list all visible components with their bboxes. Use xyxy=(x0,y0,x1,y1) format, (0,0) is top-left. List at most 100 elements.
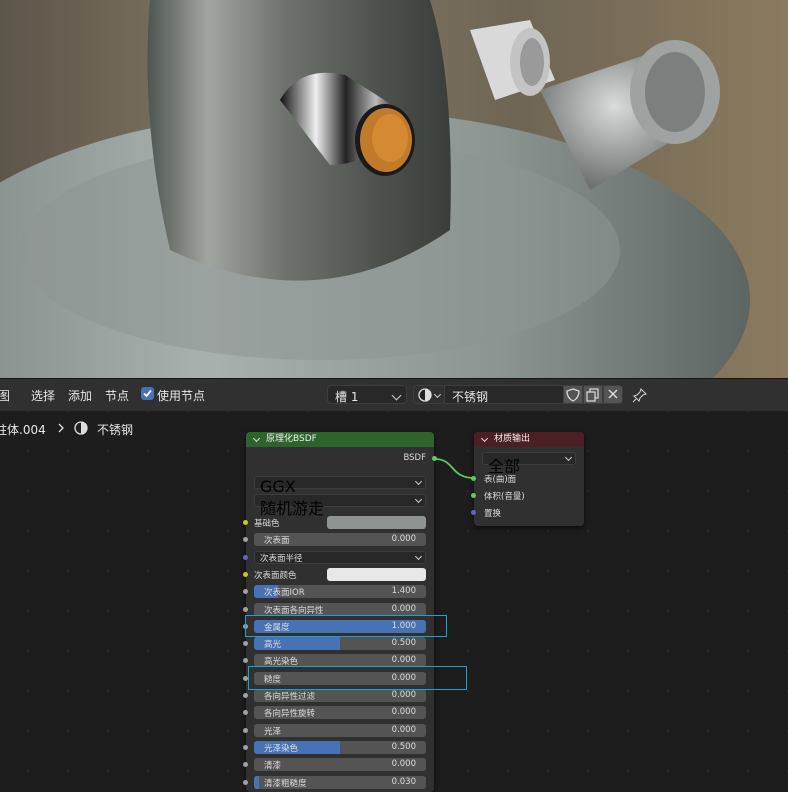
node-header[interactable]: 原理化BSDF xyxy=(246,432,434,447)
slider-label: 各向异性过滤 xyxy=(264,692,316,702)
output-input-row: 置换 xyxy=(471,506,584,520)
slot-label: 槽 1 xyxy=(335,390,359,404)
input-row: 清漆 0.000 xyxy=(243,758,434,772)
duplicate-material-button[interactable] xyxy=(583,385,603,404)
input-socket[interactable] xyxy=(243,641,248,647)
input-row: 基础色 xyxy=(243,516,434,530)
output-input-row: 表(曲)面 xyxy=(471,472,584,486)
slider-value: 0.500 xyxy=(391,741,416,752)
shield-icon xyxy=(566,388,580,402)
menu-node[interactable]: 节点 xyxy=(105,387,129,404)
input-label: 表(曲)面 xyxy=(484,475,517,485)
subsurface-method-select[interactable]: 随机游走 xyxy=(254,494,426,518)
input-socket[interactable] xyxy=(243,710,248,716)
value-slider[interactable]: 次表面各向异性 0.000 xyxy=(254,602,426,616)
slider-label: 清漆粗糙度 xyxy=(264,778,307,789)
principled-bsdf-node[interactable]: 原理化BSDF BSDF GGX 随机游走 基础色次表面 0.000 次表面半径次表… xyxy=(243,432,437,792)
input-socket[interactable] xyxy=(243,589,248,595)
input-label: 体积(音量) xyxy=(484,492,525,502)
fake-user-button[interactable] xyxy=(563,385,583,404)
use-nodes-label: 使用节点 xyxy=(157,389,206,403)
chevron-down-icon xyxy=(564,453,573,462)
slider-value: 0.000 xyxy=(391,690,416,700)
input-label: 置换 xyxy=(484,509,502,519)
slider-value: 0.000 xyxy=(391,603,416,614)
value-slider[interactable]: 高光 0.500 xyxy=(254,637,426,651)
slider-value: 0.500 xyxy=(391,638,416,649)
menu-add[interactable]: 添加 xyxy=(68,387,92,404)
3d-viewport-render[interactable] xyxy=(0,0,788,378)
output-target-select[interactable]: 全部 xyxy=(482,452,576,476)
slider-label: 光泽 xyxy=(264,726,282,737)
material-name-field[interactable]: 不锈钢 xyxy=(444,385,564,404)
node-title: 材质输出 xyxy=(494,434,531,444)
use-nodes-checkbox[interactable] xyxy=(141,387,154,400)
input-socket[interactable] xyxy=(243,571,248,577)
output-row: BSDF xyxy=(246,452,437,466)
color-label: 基础色 xyxy=(254,519,280,529)
value-slider[interactable]: 光泽染色 0.500 xyxy=(254,740,426,754)
input-row: 各向异性过滤 0.000 xyxy=(243,689,434,703)
input-socket[interactable] xyxy=(471,476,476,481)
collapse-chevron-icon[interactable] xyxy=(252,434,261,443)
node-editor-header: 视图 选择 添加 节点 使用节点 槽 1 不锈钢 xyxy=(0,378,788,411)
input-socket[interactable] xyxy=(471,493,476,498)
value-slider[interactable]: 次表面IOR 1.400 xyxy=(254,585,426,599)
distribution-select[interactable]: GGX xyxy=(254,476,426,496)
menu-select[interactable]: 选择 xyxy=(31,387,55,404)
chevron-down-icon xyxy=(433,390,442,399)
value-slider[interactable]: 次表面 0.000 xyxy=(254,533,426,547)
value-slider[interactable]: 各向异性旋转 0.000 xyxy=(254,706,426,720)
input-row: 次表面半径 xyxy=(243,550,434,565)
value-slider[interactable]: 清漆 0.000 xyxy=(254,758,426,772)
input-socket[interactable] xyxy=(243,693,248,698)
material-browse-button[interactable] xyxy=(413,385,445,404)
pin-icon[interactable] xyxy=(632,387,648,403)
input-row: 清漆粗糙度 0.030 xyxy=(243,775,434,790)
value-slider[interactable]: 光泽 0.000 xyxy=(254,723,426,737)
color-swatch[interactable] xyxy=(327,516,426,529)
slot-dropdown[interactable]: 槽 1 xyxy=(327,385,407,404)
node-header[interactable]: 材质输出 xyxy=(474,432,584,447)
input-socket[interactable] xyxy=(243,537,248,543)
input-row: 次表面 0.000 xyxy=(243,533,434,547)
input-socket[interactable] xyxy=(243,779,248,785)
value-slider[interactable]: 清漆粗糙度 0.030 xyxy=(254,775,426,789)
slider-label: 高光 xyxy=(264,640,282,651)
input-socket[interactable] xyxy=(471,510,476,515)
input-socket[interactable] xyxy=(243,658,248,664)
collapse-chevron-icon[interactable] xyxy=(480,434,489,443)
color-label: 次表面颜色 xyxy=(254,570,297,581)
value-slider[interactable]: 各向异性过滤 0.000 xyxy=(254,689,426,702)
material-sphere-icon xyxy=(74,421,88,435)
input-socket[interactable] xyxy=(243,606,248,612)
checkmark-icon xyxy=(143,389,152,398)
input-row: 高光 0.500 xyxy=(243,637,434,651)
menu-view[interactable]: 视图 xyxy=(0,387,10,404)
node-editor-canvas[interactable]: 柱体.004 不锈钢 原理化BSDF BSDF GGX 随机游走 基础色 次表面 0… xyxy=(0,411,788,792)
output-label: BSDF xyxy=(403,453,426,463)
slider-value: 0.000 xyxy=(391,707,416,718)
render-image xyxy=(0,0,750,378)
output-socket[interactable] xyxy=(432,456,437,461)
breadcrumb-object: 柱体.004 xyxy=(0,423,46,437)
material-output-node[interactable]: 材质输出 全部 表(曲)面体积(音量) 置换 xyxy=(471,432,584,526)
input-socket[interactable] xyxy=(243,744,248,750)
slider-label: 光泽染色 xyxy=(264,743,299,754)
material-sphere-icon xyxy=(418,388,432,402)
vector-select[interactable]: 次表面半径 xyxy=(254,550,426,564)
slider-label: 次表面各向异性 xyxy=(264,605,324,616)
chevron-down-icon xyxy=(414,552,423,560)
unlink-material-button[interactable] xyxy=(603,385,623,404)
input-socket[interactable] xyxy=(243,727,248,733)
color-swatch[interactable] xyxy=(327,567,426,581)
copy-icon xyxy=(586,388,599,402)
input-row: 次表面IOR 1.400 xyxy=(243,585,434,599)
input-socket[interactable] xyxy=(243,762,248,768)
input-socket[interactable] xyxy=(243,520,248,525)
output-input-row: 体积(音量) xyxy=(471,489,584,503)
slider-fill xyxy=(254,775,260,789)
input-socket[interactable] xyxy=(243,554,248,560)
slider-value: 1.400 xyxy=(391,586,416,597)
input-row: 各向异性旋转 0.000 xyxy=(243,706,434,720)
